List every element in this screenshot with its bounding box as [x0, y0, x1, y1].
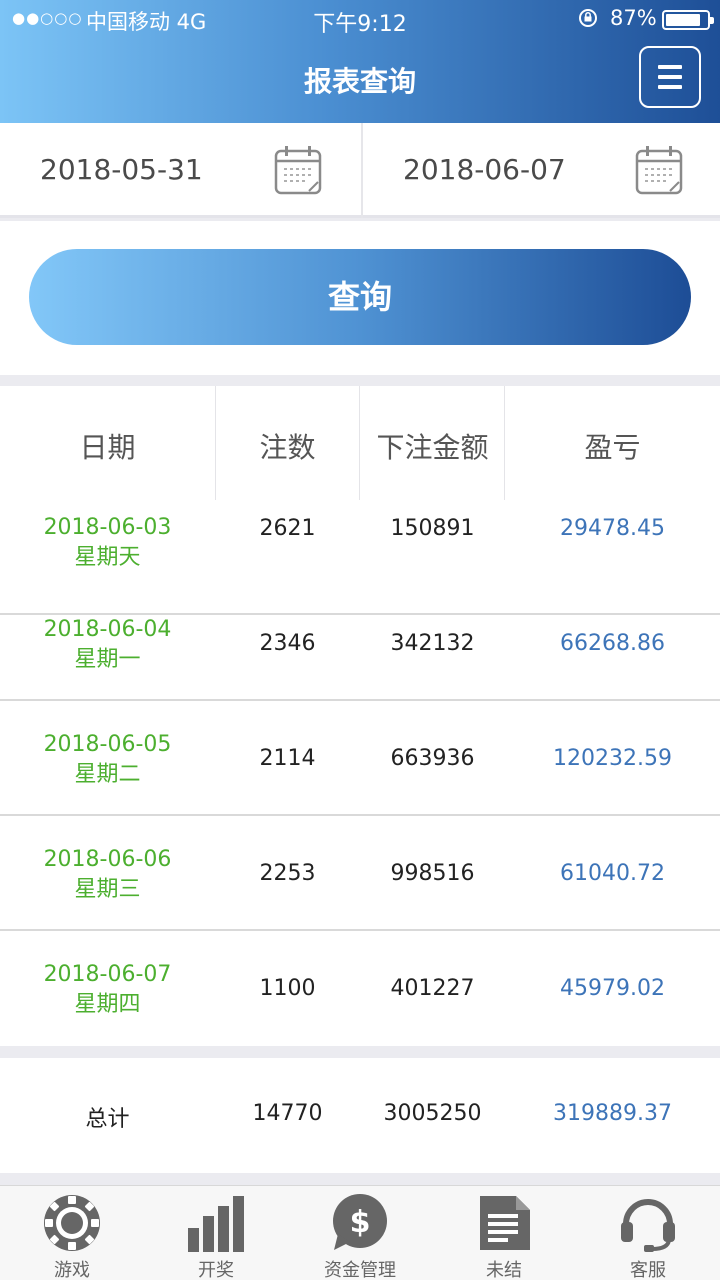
row-date: 2018-06-06 [43, 847, 172, 872]
total-label: 总计 [85, 1107, 130, 1132]
row-date: 2018-06-03 [43, 515, 172, 540]
tab-fund-management[interactable]: $ 资金管理 [288, 1186, 432, 1280]
document-icon [480, 1196, 530, 1250]
bar-chart-icon [188, 1196, 244, 1252]
row-count: 1100 [259, 976, 316, 1001]
tab-games[interactable]: 游戏 [0, 1186, 144, 1280]
header-profit: 盈亏 [584, 431, 641, 464]
headset-icon [621, 1199, 675, 1252]
row-profit: 29478.45 [560, 516, 665, 541]
menu-button[interactable] [639, 46, 701, 108]
row-count: 2346 [259, 631, 316, 656]
tab-label: 未结 [486, 1260, 522, 1280]
calendar-icon[interactable] [274, 145, 322, 195]
tab-label: 游戏 [54, 1260, 90, 1280]
header-count: 注数 [259, 431, 316, 464]
row-date: 2018-06-04 [43, 617, 172, 642]
svg-text:$: $ [350, 1205, 371, 1240]
start-date-field[interactable]: 2018-05-31 [0, 123, 360, 218]
tab-lottery-results[interactable]: 开奖 [144, 1186, 288, 1280]
battery-percent: 87% [610, 6, 657, 30]
row-weekday: 星期天 [74, 545, 141, 570]
dollar-bubble-icon: $ [333, 1194, 387, 1250]
hamburger-menu-icon [658, 65, 682, 69]
table-row[interactable]: 2018-06-06 星期三 2253 998516 61040.72 [0, 816, 720, 931]
start-date-value: 2018-05-31 [40, 153, 203, 186]
row-amount: 150891 [390, 516, 475, 541]
row-amount: 401227 [390, 976, 475, 1001]
bottom-tab-bar: 游戏 开奖 $ 资金管理 未结 客服 [0, 1185, 720, 1280]
tab-label: 资金管理 [324, 1260, 396, 1280]
tab-unsettled[interactable]: 未结 [432, 1186, 576, 1280]
header-date: 日期 [79, 431, 136, 464]
calendar-icon[interactable] [635, 145, 683, 195]
table-row[interactable]: 2018-06-05 星期二 2114 663936 120232.59 [0, 701, 720, 816]
header-amount: 下注金额 [376, 431, 489, 464]
total-amount: 3005250 [383, 1101, 482, 1126]
total-count: 14770 [252, 1101, 323, 1126]
tab-label: 开奖 [198, 1260, 234, 1280]
row-count: 2253 [259, 861, 316, 886]
table-row[interactable]: 2018-06-04 星期一 2346 342132 66268.86 [0, 586, 720, 701]
poker-chip-icon [44, 1195, 100, 1251]
row-weekday: 星期一 [74, 647, 141, 672]
table-row[interactable]: 2018-06-07 星期四 1100 401227 45979.02 [0, 931, 720, 1046]
status-bar: ●●○○○ 中国移动 4G 下午9:12 87% [0, 0, 720, 40]
page-title: 报表查询 [303, 65, 416, 98]
row-profit: 66268.86 [560, 631, 665, 656]
row-date: 2018-06-07 [43, 962, 172, 987]
row-profit: 61040.72 [560, 861, 665, 886]
tab-customer-service[interactable]: 客服 [576, 1186, 720, 1280]
row-weekday: 星期四 [74, 992, 141, 1017]
total-profit: 319889.37 [553, 1101, 672, 1126]
battery-icon [662, 10, 714, 30]
row-count: 2621 [259, 516, 316, 541]
row-count: 2114 [259, 746, 316, 771]
query-area: 查询 [0, 221, 720, 375]
row-profit: 45979.02 [560, 976, 665, 1001]
row-date: 2018-06-05 [43, 732, 172, 757]
table-header: 日期 注数 下注金额 盈亏 [0, 386, 720, 500]
app-header: ●●○○○ 中国移动 4G 下午9:12 87% 报表查询 [0, 0, 720, 123]
row-profit: 120232.59 [553, 746, 672, 771]
end-date-field[interactable]: 2018-06-07 [361, 123, 720, 218]
row-weekday: 星期三 [74, 877, 141, 902]
tab-label: 客服 [630, 1260, 666, 1280]
row-amount: 663936 [390, 746, 475, 771]
row-amount: 998516 [390, 861, 475, 886]
total-row: 总计 14770 3005250 319889.37 [0, 1058, 720, 1173]
row-weekday: 星期二 [74, 762, 141, 787]
rotation-lock-icon [579, 9, 597, 27]
query-button[interactable]: 查询 [29, 249, 691, 345]
row-amount: 342132 [390, 631, 475, 656]
date-range-row: 2018-05-31 2018-06-07 [0, 123, 720, 218]
end-date-value: 2018-06-07 [403, 153, 566, 186]
